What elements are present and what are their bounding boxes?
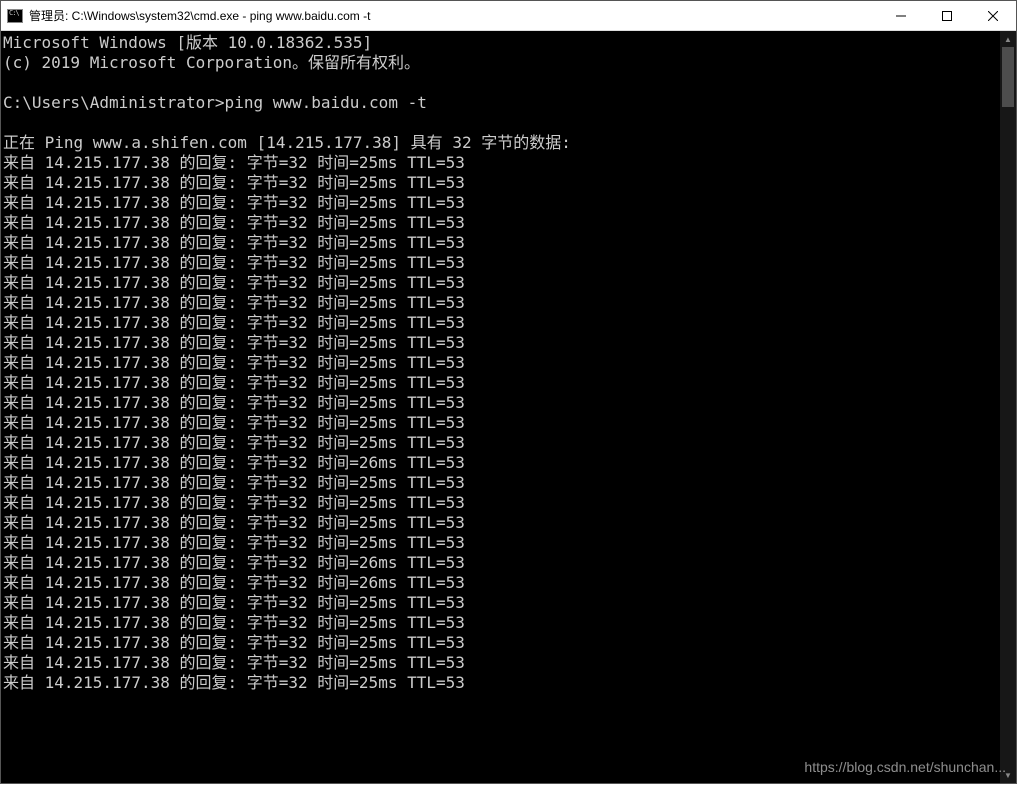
maximize-button[interactable] bbox=[924, 1, 970, 31]
cmd-icon bbox=[7, 8, 23, 24]
cmd-window: 管理员: C:\Windows\system32\cmd.exe - ping … bbox=[0, 0, 1017, 784]
console-area: Microsoft Windows [版本 10.0.18362.535] (c… bbox=[1, 31, 1016, 783]
minimize-icon bbox=[896, 11, 906, 21]
scroll-down-arrow-icon[interactable]: ▼ bbox=[1000, 767, 1016, 783]
window-controls bbox=[878, 1, 1016, 30]
window-title: 管理员: C:\Windows\system32\cmd.exe - ping … bbox=[29, 7, 878, 24]
close-icon bbox=[988, 11, 998, 21]
console-output[interactable]: Microsoft Windows [版本 10.0.18362.535] (c… bbox=[1, 31, 1000, 783]
maximize-icon bbox=[942, 11, 952, 21]
minimize-button[interactable] bbox=[878, 1, 924, 31]
titlebar[interactable]: 管理员: C:\Windows\system32\cmd.exe - ping … bbox=[1, 1, 1016, 31]
scroll-up-arrow-icon[interactable]: ▲ bbox=[1000, 31, 1016, 47]
scrollbar-thumb[interactable] bbox=[1002, 47, 1014, 107]
close-button[interactable] bbox=[970, 1, 1016, 31]
vertical-scrollbar[interactable]: ▲ ▼ bbox=[1000, 31, 1016, 783]
